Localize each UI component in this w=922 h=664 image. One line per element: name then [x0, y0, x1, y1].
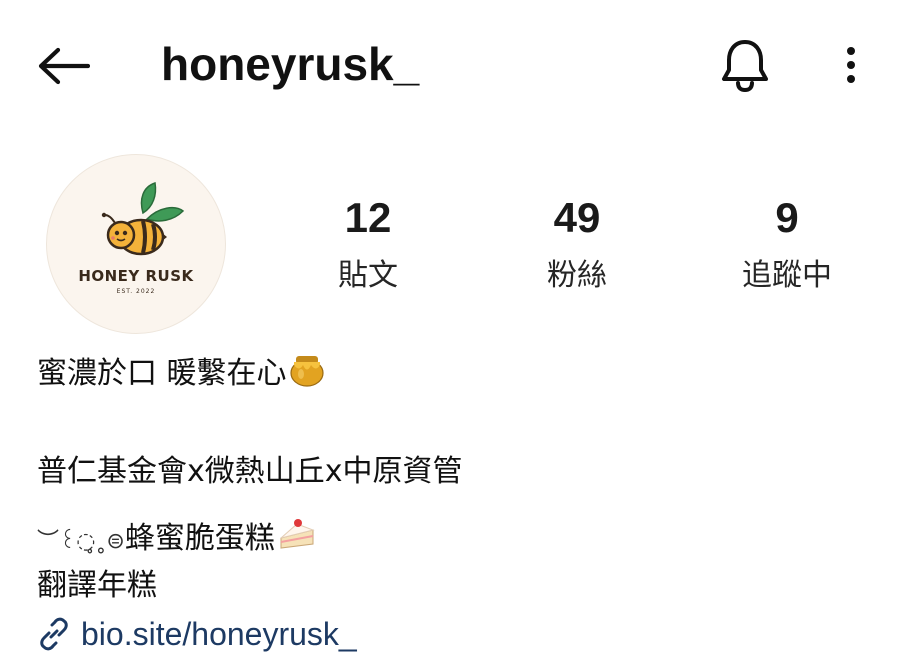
stat-following[interactable]: 9 追蹤中 — [697, 192, 877, 296]
stat-following-label: 追蹤中 — [742, 258, 832, 293]
stat-posts-label: 貼文 — [338, 258, 398, 293]
shortcake-icon — [277, 516, 317, 563]
honey-pot-icon — [289, 350, 325, 399]
stat-followers[interactable]: 49 粉絲 — [487, 192, 667, 296]
avatar-est-text: EST. 2022 — [116, 288, 156, 295]
bell-icon — [722, 40, 768, 93]
bio-line-1: 蜜濃於口 暖繫在心 — [37, 350, 325, 399]
stat-posts-count: 12 — [344, 194, 392, 241]
more-options-button[interactable] — [834, 40, 868, 90]
stat-posts[interactable]: 12 貼文 — [278, 192, 458, 296]
avatar-brand-text: HONEY RUSK — [78, 267, 194, 285]
bee-logo-icon — [101, 182, 185, 256]
arrow-left-icon — [38, 47, 90, 85]
bio-line-3-text: 蜂蜜脆蛋糕 — [124, 521, 275, 556]
profile-username: honeyrusk_ — [161, 38, 420, 90]
stat-followers-label: 粉絲 — [547, 258, 607, 293]
more-vertical-icon — [847, 47, 855, 83]
top-bar: honeyrusk_ — [0, 0, 922, 130]
bio-link-text[interactable]: bio.site/honeyrusk_ — [81, 616, 357, 653]
bio-link[interactable]: bio.site/honeyrusk_ — [37, 612, 357, 656]
profile-avatar[interactable]: HONEY RUSK EST. 2022 — [46, 154, 226, 334]
bio-line-4: 翻譯年糕 — [37, 568, 157, 603]
stat-followers-count: 49 — [553, 194, 601, 241]
notifications-button[interactable] — [716, 36, 774, 94]
stat-following-count: 9 — [775, 194, 799, 241]
bio-line-1-text: 蜜濃於口 暖繫在心 — [37, 356, 287, 391]
bio-line-2: 普仁基金會x微熱山丘x中原資管 — [37, 454, 463, 489]
back-button[interactable] — [34, 40, 92, 92]
link-icon — [40, 617, 68, 651]
bio-decoration: ︶꒰◌̥˳⊜ — [37, 529, 125, 554]
bio-line-3: ︶꒰◌̥˳⊜蜂蜜脆蛋糕 — [37, 516, 317, 563]
